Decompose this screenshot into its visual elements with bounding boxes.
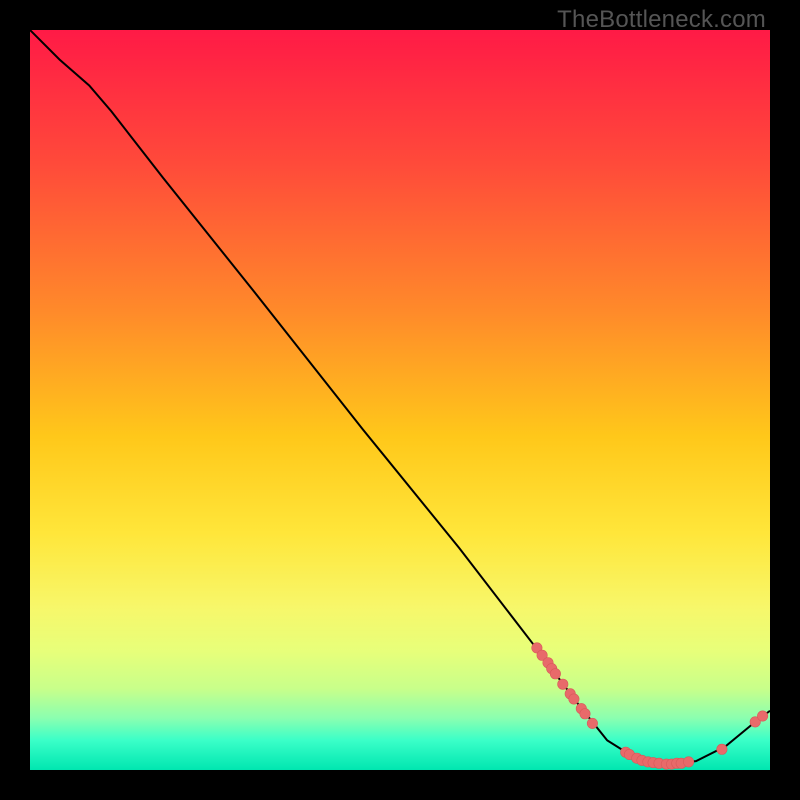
chart-frame: TheBottleneck.com	[0, 0, 800, 800]
chart-svg	[30, 30, 770, 770]
data-marker	[683, 757, 693, 767]
data-marker	[717, 744, 727, 754]
data-marker	[757, 711, 767, 721]
data-marker	[580, 709, 590, 719]
data-marker	[569, 694, 579, 704]
plot-area	[30, 30, 770, 770]
data-marker	[587, 718, 597, 728]
data-marker	[550, 669, 560, 679]
data-markers	[532, 643, 768, 770]
bottleneck-curve	[30, 30, 770, 764]
data-marker	[558, 679, 568, 689]
